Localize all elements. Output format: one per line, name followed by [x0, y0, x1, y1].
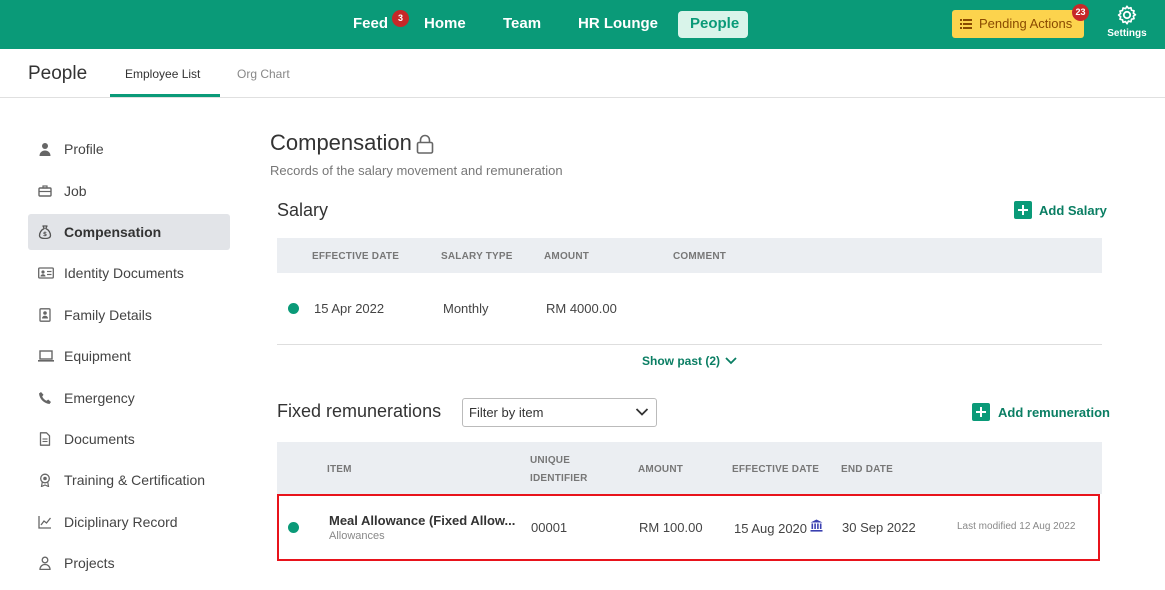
projects-icon — [39, 556, 51, 570]
section-subtitle: Records of the salary movement and remun… — [270, 163, 563, 178]
document-icon — [39, 432, 51, 446]
tab-org-chart[interactable]: Org Chart — [237, 67, 290, 81]
svg-text:$: $ — [43, 231, 47, 238]
sidebar-item-family-details[interactable]: Family Details — [28, 297, 230, 333]
salary-table-header: EFFECTIVE DATE SALARY TYPE AMOUNT COMMEN… — [277, 238, 1102, 273]
briefcase-icon — [38, 185, 52, 197]
remuneration-unique-identifier: 00001 — [531, 520, 568, 535]
active-status-dot — [288, 522, 299, 533]
top-navbar: Feed 3 Home Team HR Lounge People Pendin… — [0, 0, 1165, 49]
remuneration-effective-date: 15 Aug 2020 — [734, 521, 808, 536]
fixed-remunerations-title: Fixed remunerations — [277, 401, 442, 421]
plus-icon — [972, 403, 990, 421]
sidebar-item-job[interactable]: Job — [28, 173, 230, 209]
sidebar-item-compensation[interactable]: $ Compensation — [28, 214, 230, 250]
salary-type: Monthly — [443, 301, 489, 316]
sidebar-item-label: Identity Documents — [64, 265, 184, 281]
family-icon — [39, 308, 51, 322]
lock-icon — [416, 134, 434, 154]
pending-actions-badge: 23 — [1072, 4, 1089, 21]
remuneration-item-category: Allowances — [329, 530, 385, 542]
sidebar-item-label: Equipment — [64, 348, 131, 364]
show-past-label: Show past (2) — [642, 354, 721, 368]
col-effective-date: EFFECTIVE DATE — [312, 251, 400, 262]
col-amount: AMOUNT — [544, 251, 590, 262]
plus-icon — [1014, 201, 1032, 219]
sidebar-item-label: Family Details — [64, 307, 152, 323]
sidebar-item-projects[interactable]: Projects — [28, 545, 230, 581]
sidebar-item-label: Diciplinary Record — [64, 514, 178, 530]
filter-placeholder: Filter by item — [469, 405, 544, 420]
pending-actions-label: Pending Actions — [979, 16, 1073, 31]
remuneration-amount: RM 100.00 — [639, 520, 703, 535]
nav-team[interactable]: Team — [491, 11, 553, 38]
filter-by-item-select[interactable]: Filter by item — [462, 398, 657, 427]
chevron-down-icon — [725, 357, 737, 365]
list-icon — [960, 19, 972, 29]
add-remuneration-label: Add remuneration — [998, 405, 1110, 420]
sidebar-item-label: Documents — [64, 431, 135, 447]
section-title: Compensation — [270, 130, 412, 155]
phone-icon — [39, 392, 51, 404]
sidebar-item-profile[interactable]: Profile — [28, 131, 230, 167]
sidebar-item-label: Compensation — [64, 224, 162, 240]
last-modified-text: Last modified 12 Aug 2022 — [957, 521, 1076, 532]
col-unique-identifier-2: IDENTIFIER — [530, 473, 588, 484]
col-comment: COMMENT — [673, 251, 727, 262]
settings-label: Settings — [1107, 28, 1147, 39]
col-salary-type: SALARY TYPE — [441, 251, 513, 262]
gear-icon — [1117, 5, 1137, 25]
money-bag-icon: $ — [38, 225, 52, 239]
sidebar-item-label: Emergency — [64, 390, 135, 406]
id-card-icon — [38, 267, 54, 279]
nav-hr-lounge[interactable]: HR Lounge — [566, 11, 670, 38]
sidebar-item-label: Profile — [64, 141, 104, 157]
salary-amount: RM 4000.00 — [546, 301, 617, 316]
remuneration-end-date: 30 Sep 2022 — [842, 520, 916, 535]
sidebar-item-documents[interactable]: Documents — [28, 421, 230, 457]
sidebar-item-diciplinary-record[interactable]: Diciplinary Record — [28, 504, 230, 540]
page-title: People — [28, 63, 88, 84]
salary-effective-date: 15 Apr 2022 — [314, 301, 385, 316]
active-status-dot — [288, 303, 299, 314]
sidebar-item-identity-documents[interactable]: Identity Documents — [28, 255, 230, 291]
pending-actions-button[interactable]: Pending Actions — [952, 10, 1084, 38]
nav-feed[interactable]: Feed — [341, 11, 400, 38]
sidebar-item-training-certification[interactable]: Training & Certification — [28, 462, 230, 498]
chevron-down-icon — [635, 408, 649, 416]
feed-badge: 3 — [392, 10, 409, 27]
sidebar-item-label: Job — [64, 183, 87, 199]
col-amount: AMOUNT — [638, 464, 684, 475]
salary-title: Salary — [277, 200, 329, 220]
show-past-button[interactable]: Show past (2) — [642, 354, 737, 368]
tab-employee-list[interactable]: Employee List — [125, 67, 200, 81]
laptop-icon — [38, 350, 54, 362]
chart-icon — [38, 516, 52, 529]
person-icon — [39, 143, 51, 156]
col-unique-identifier-1: UNIQUE — [530, 455, 571, 466]
remuneration-item-name: Meal Allowance (Fixed Allow... — [329, 513, 516, 528]
remuneration-table-header: ITEM UNIQUE IDENTIFIER AMOUNT EFFECTIVE … — [277, 442, 1102, 494]
sidebar-item-label: Training & Certification — [64, 472, 206, 488]
bank-icon — [810, 519, 823, 532]
add-salary-label: Add Salary — [1039, 203, 1107, 218]
nav-home[interactable]: Home — [412, 11, 478, 38]
certificate-icon — [40, 473, 50, 487]
settings-button[interactable]: Settings — [1104, 4, 1150, 39]
nav-people[interactable]: People — [678, 11, 748, 38]
sidebar-item-emergency[interactable]: Emergency — [28, 380, 230, 416]
col-effective-date: EFFECTIVE DATE — [732, 464, 820, 475]
sub-header: People Employee List Org Chart — [0, 49, 1165, 98]
col-item: ITEM — [327, 464, 352, 475]
sidebar-item-label: Projects — [64, 555, 115, 571]
active-tab-indicator — [110, 94, 220, 97]
divider — [277, 344, 1102, 345]
sidebar-item-equipment[interactable]: Equipment — [28, 338, 230, 374]
col-end-date: END DATE — [841, 464, 893, 475]
